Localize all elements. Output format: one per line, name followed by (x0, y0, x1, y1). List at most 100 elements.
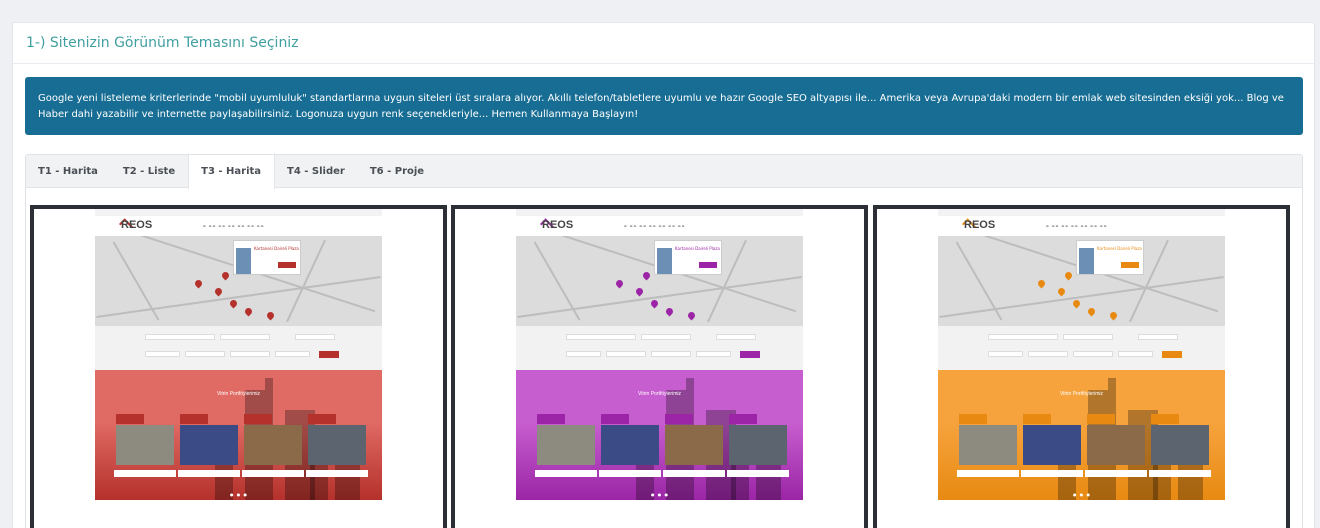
tab-t1-harita[interactable]: T1 - Harita (26, 155, 111, 188)
preview-footer (516, 500, 803, 528)
property-price-label (1023, 414, 1051, 424)
popup-button (278, 262, 296, 268)
search-field (1028, 351, 1068, 357)
property-image (244, 425, 302, 465)
map-road (96, 276, 381, 318)
map-road (517, 276, 802, 318)
tab-t4-slider[interactable]: T4 - Slider (275, 155, 358, 188)
map-pin-icon (686, 310, 697, 321)
theme-preview-image: REOS ▬ ▬▬ ▬▬ ▬▬ ▬▬ ▬▬ ▬▬ Kartanesi Daireli… (938, 209, 1225, 528)
search-field (716, 334, 756, 340)
preview-footer (95, 500, 382, 528)
popup-title: Kartanesi Daireli Plaza (675, 246, 720, 251)
theme-card-theme-red[interactable]: REOS ▬ ▬▬ ▬▬ ▬▬ ▬▬ ▬▬ ▬▬ Kartanesi Daireli… (30, 205, 447, 528)
search-field (1138, 334, 1178, 340)
property-image (116, 425, 174, 465)
preview-band: Vitrin Portföylerimiz ● ● ● (516, 370, 803, 500)
property-image (1087, 425, 1145, 465)
search-field (145, 334, 215, 340)
popup-button (699, 262, 717, 268)
info-notice: Google yeni listeleme kriterlerinde "mob… (25, 77, 1303, 135)
preview-band-title: Vitrin Portföylerimiz (217, 391, 260, 397)
preview-topbar (516, 209, 803, 216)
map-road (939, 276, 1224, 318)
preview-topbar (938, 209, 1225, 216)
preview-navlinks: ▬ ▬▬ ▬▬ ▬▬ ▬▬ ▬▬ ▬▬ (203, 224, 265, 228)
preview-topbar (95, 209, 382, 216)
map-popup: Kartanesi Daireli Plaza (233, 240, 301, 275)
preview-property (599, 412, 661, 467)
map-pin-icon (649, 298, 660, 309)
property-image (537, 425, 595, 465)
property-price-label (1151, 414, 1179, 424)
property-price-label (308, 414, 336, 424)
map-popup: Kartanesi Daireli Plaza (1076, 240, 1144, 275)
search-field (696, 351, 731, 357)
tab-t6-proje[interactable]: T6 - Proje (358, 155, 437, 188)
slider-dots: ● ● ● (230, 492, 249, 497)
preview-map: Kartanesi Daireli Plaza (516, 236, 803, 326)
theme-card-theme-orange[interactable]: REOS ▬ ▬▬ ▬▬ ▬▬ ▬▬ ▬▬ ▬▬ Kartanesi Daireli… (873, 205, 1290, 528)
property-info (1021, 470, 1083, 477)
preview-nav: REOS ▬ ▬▬ ▬▬ ▬▬ ▬▬ ▬▬ ▬▬ (938, 216, 1225, 236)
search-field (220, 334, 270, 340)
property-image (1023, 425, 1081, 465)
slider-dots: ● ● ● (1073, 492, 1092, 497)
preview-property (535, 412, 597, 467)
popup-title: Kartanesi Daireli Plaza (1097, 246, 1142, 251)
property-image (180, 425, 238, 465)
preview-search (95, 326, 382, 370)
search-button (319, 351, 339, 358)
search-field (1073, 351, 1113, 357)
panel-title: 1-) Sitenizin Görünüm Temasını Seçiniz (13, 23, 1314, 64)
property-info (1149, 470, 1211, 477)
search-field (1063, 334, 1113, 340)
preview-property (957, 412, 1019, 467)
map-pin-icon (193, 278, 204, 289)
property-price-label (244, 414, 272, 424)
preview-property (306, 412, 368, 467)
preview-nav: REOS ▬ ▬▬ ▬▬ ▬▬ ▬▬ ▬▬ ▬▬ (516, 216, 803, 236)
preview-map: Kartanesi Daireli Plaza (95, 236, 382, 326)
theme-preview-image: REOS ▬ ▬▬ ▬▬ ▬▬ ▬▬ ▬▬ ▬▬ Kartanesi Daireli… (516, 209, 803, 528)
property-info (535, 470, 597, 477)
preview-property (663, 412, 725, 467)
map-pin-icon (1086, 306, 1097, 317)
property-image (665, 425, 723, 465)
theme-card-theme-purple[interactable]: REOS ▬ ▬▬ ▬▬ ▬▬ ▬▬ ▬▬ ▬▬ Kartanesi Daireli… (451, 205, 868, 528)
popup-button (1121, 262, 1139, 268)
property-info (1085, 470, 1147, 477)
preview-property (727, 412, 789, 467)
property-price-label (1087, 414, 1115, 424)
property-info (178, 470, 240, 477)
map-pin-icon (1056, 286, 1067, 297)
map-pin-icon (641, 270, 652, 281)
preview-navlinks: ▬ ▬▬ ▬▬ ▬▬ ▬▬ ▬▬ ▬▬ (624, 224, 686, 228)
preview-logo: REOS (542, 219, 574, 231)
search-button (740, 351, 760, 358)
property-image (308, 425, 366, 465)
search-field (145, 351, 180, 357)
map-pin-icon (1063, 270, 1074, 281)
tab-t2-liste[interactable]: T2 - Liste (111, 155, 188, 188)
preview-logo: REOS (964, 219, 996, 231)
map-pin-icon (1071, 298, 1082, 309)
preview-map: Kartanesi Daireli Plaza (938, 236, 1225, 326)
search-field (1118, 351, 1153, 357)
map-pin-icon (228, 298, 239, 309)
theme-preview-image: REOS ▬ ▬▬ ▬▬ ▬▬ ▬▬ ▬▬ ▬▬ Kartanesi Daireli… (95, 209, 382, 528)
property-info (599, 470, 661, 477)
property-info (727, 470, 789, 477)
preview-band-title: Vitrin Portföylerimiz (1060, 391, 1103, 397)
map-popup: Kartanesi Daireli Plaza (654, 240, 722, 275)
preview-property (178, 412, 240, 467)
preview-property (1149, 412, 1211, 467)
preview-property (242, 412, 304, 467)
map-pin-icon (664, 306, 675, 317)
search-field (185, 351, 225, 357)
property-price-label (729, 414, 757, 424)
map-pin-icon (634, 286, 645, 297)
preview-band: Vitrin Portföylerimiz ● ● ● (938, 370, 1225, 500)
tab-t3-harita[interactable]: T3 - Harita (188, 155, 276, 189)
map-pin-icon (213, 286, 224, 297)
